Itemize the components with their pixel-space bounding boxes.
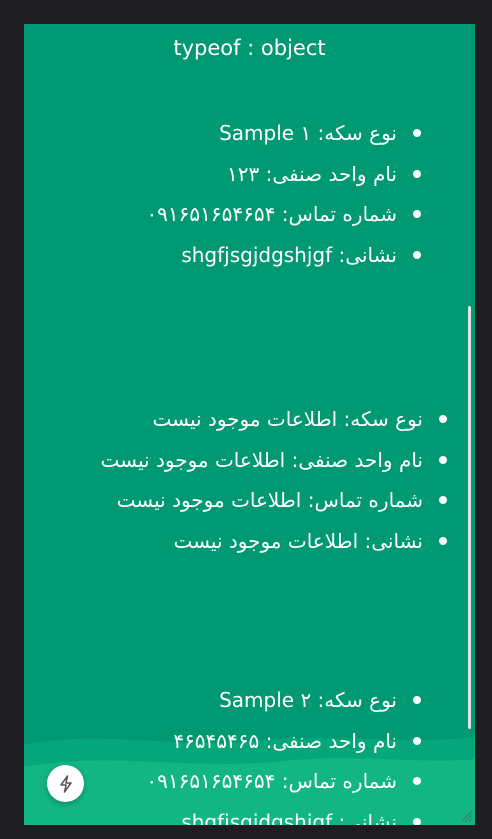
item-value: Sample ۲ bbox=[219, 688, 312, 712]
scrollbar[interactable] bbox=[468, 306, 471, 729]
lightning-icon bbox=[59, 774, 72, 793]
coin-type-item: نوع سکه: اطلاعات موجود نیست bbox=[101, 399, 449, 440]
item-label: نام واحد صنفی: bbox=[291, 447, 423, 472]
address-item: نشانی: shgfjsgjdgshjgf bbox=[146, 235, 423, 276]
item-label: نشانی: bbox=[364, 528, 423, 553]
item-value: shgfjsgjdgshjgf bbox=[181, 809, 333, 826]
item-value: ۰۹۱۶۵۱۶۵۴۶۵۴ bbox=[146, 202, 276, 226]
business-name-item: نام واحد صنفی: ۱۲۳ bbox=[146, 154, 423, 195]
item-label: نشانی: bbox=[338, 809, 397, 826]
item-value: اطلاعات موجود نیست bbox=[173, 528, 359, 553]
page-title: typeof : object bbox=[173, 36, 326, 60]
item-value: shgfjsgjdgshjgf bbox=[181, 242, 333, 267]
item-value: اطلاعات موجود نیست bbox=[152, 407, 338, 431]
coin-type-item: نوع سکه: Sample ۲ bbox=[146, 680, 423, 721]
coin-type-item: نوع سکه: Sample ۱ bbox=[146, 113, 423, 154]
business-name-item: نام واحد صنفی: ۴۶۵۴۵۴۶۵ bbox=[146, 721, 423, 762]
info-card-3: نوع سکه: Sample ۲ نام واحد صنفی: ۴۶۵۴۵۴۶… bbox=[146, 680, 423, 825]
phone-item: شماره تماس: ۰۹۱۶۵۱۶۵۴۶۵۴ bbox=[146, 761, 423, 802]
item-value: ۰۹۱۶۵۱۶۵۴۶۵۴ bbox=[146, 769, 276, 793]
item-label: شماره تماس: bbox=[307, 488, 423, 512]
item-value: Sample ۱ bbox=[219, 121, 312, 145]
phone-item: شماره تماس: ۰۹۱۶۵۱۶۵۴۶۵۴ bbox=[146, 194, 423, 235]
address-item: نشانی: shgfjsgjdgshjgf bbox=[146, 802, 423, 826]
item-value: ۴۶۵۴۵۴۶۵ bbox=[173, 728, 260, 753]
resize-grip-icon[interactable] bbox=[459, 809, 473, 823]
item-value: ۱۲۳ bbox=[227, 161, 260, 186]
business-name-item: نام واحد صنفی: اطلاعات موجود نیست bbox=[101, 440, 449, 481]
item-label: نام واحد صنفی: bbox=[265, 161, 397, 186]
item-value: اطلاعات موجود نیست bbox=[100, 447, 286, 472]
item-label: شماره تماس: bbox=[281, 769, 397, 793]
phone-item: شماره تماس: اطلاعات موجود نیست bbox=[101, 480, 449, 521]
info-card-2: نوع سکه: اطلاعات موجود نیست نام واحد صنف… bbox=[101, 399, 449, 561]
item-label: نوع سکه: bbox=[317, 121, 397, 145]
item-label: نشانی: bbox=[338, 242, 397, 267]
item-label: نوع سکه: bbox=[317, 688, 397, 712]
address-item: نشانی: اطلاعات موجود نیست bbox=[101, 521, 449, 562]
item-value: اطلاعات موجود نیست bbox=[116, 488, 302, 512]
item-label: نام واحد صنفی: bbox=[265, 728, 397, 753]
item-label: نوع سکه: bbox=[343, 407, 423, 431]
app-frame: typeof : object نوع سکه: Sample ۱ نام وا… bbox=[24, 24, 475, 825]
item-label: شماره تماس: bbox=[281, 202, 397, 226]
lightning-button[interactable] bbox=[47, 765, 84, 802]
info-card-1: نوع سکه: Sample ۱ نام واحد صنفی: ۱۲۳ شما… bbox=[146, 113, 423, 275]
